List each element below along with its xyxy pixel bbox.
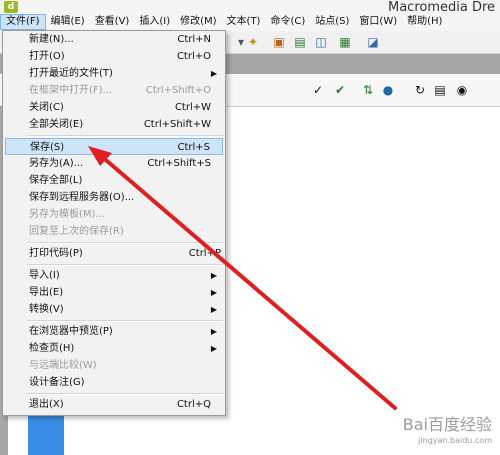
baidu-watermark: Bai百度经验 jingyan.baidu.com: [402, 415, 492, 446]
red-pointer-arrow: [88, 146, 397, 410]
